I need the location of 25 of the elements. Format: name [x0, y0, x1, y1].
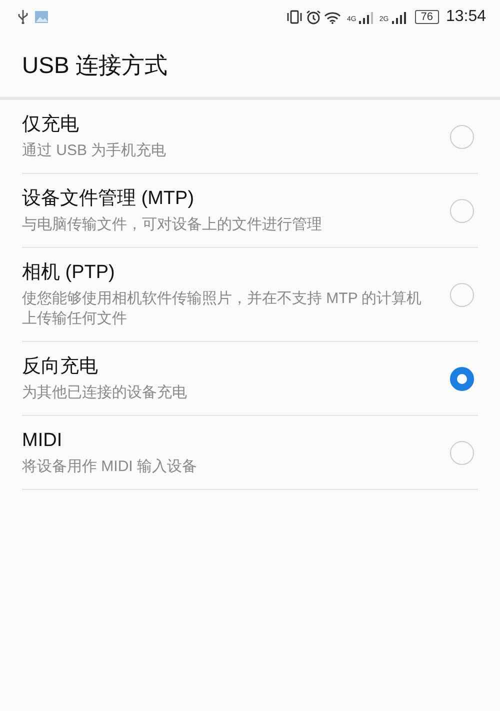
- radio-button[interactable]: [450, 125, 474, 149]
- option-label: 相机 (PTP): [22, 261, 116, 285]
- usb-icon: [18, 10, 28, 24]
- signal-icon: [392, 10, 406, 24]
- clock-time: 13:54: [446, 8, 486, 26]
- vibrate-icon: [286, 10, 304, 24]
- radio-button[interactable]: [450, 283, 474, 307]
- screen-title: USB 连接方式: [22, 51, 168, 80]
- radio-button[interactable]: [450, 199, 474, 223]
- signal-icon: [359, 10, 374, 24]
- option-description: 与电脑传输文件，可对设备上的文件进行管理: [22, 215, 322, 235]
- image-icon: [35, 11, 48, 23]
- option-label: 反向充电: [22, 355, 99, 379]
- battery-indicator: 76: [414, 10, 439, 24]
- option-description: 为其他已连接的设备充电: [22, 383, 187, 403]
- option-description: 将设备用作 MIDI 输入设备: [22, 457, 197, 477]
- option-description: 使您能够使用相机软件传输照片，并在不支持 MTP 的计算机上传输任何文件: [22, 289, 422, 329]
- option-description: 通过 USB 为手机充电: [22, 141, 166, 161]
- option-label: 仅充电: [22, 113, 80, 137]
- wifi-icon: [324, 10, 342, 24]
- radio-button[interactable]: [450, 441, 474, 465]
- alarm-icon: [306, 10, 322, 24]
- option-label: 设备文件管理 (MTP): [22, 187, 196, 211]
- option-label: MIDI: [22, 429, 64, 453]
- radio-button[interactable]: [450, 367, 474, 391]
